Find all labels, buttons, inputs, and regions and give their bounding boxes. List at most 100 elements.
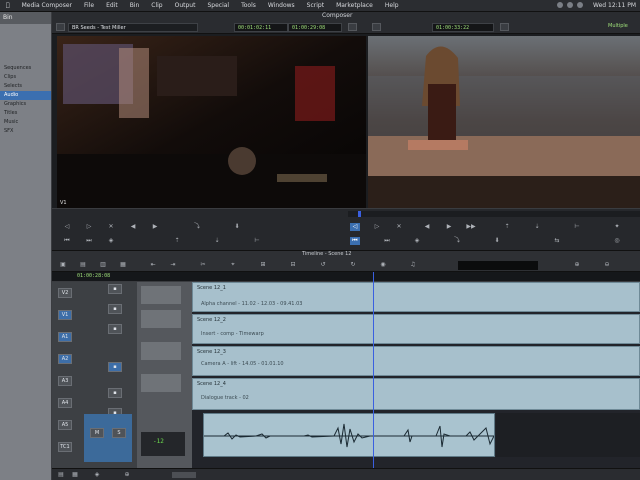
bin-item[interactable]: Selects (0, 82, 51, 91)
playhead[interactable] (373, 272, 374, 468)
mark-out-icon[interactable]: ▷ (84, 223, 94, 231)
step-back-icon[interactable]: ◀ (128, 223, 138, 231)
track-selector[interactable]: A2 (58, 354, 72, 364)
track-selector[interactable]: TC1 (58, 442, 72, 452)
status-icon[interactable]: ⊕ (122, 471, 132, 479)
trim-icon[interactable]: ⊢ (252, 237, 262, 245)
record-splice-icon[interactable]: ⤵ (452, 237, 462, 245)
audio-track-selection[interactable]: M S (84, 414, 132, 462)
record-step-forward-icon[interactable]: ▶▶ (466, 223, 476, 231)
timecode-display-2[interactable]: 01:00:29:08 (288, 23, 342, 32)
timeline-tool-icon[interactable]: ⊖ (602, 261, 612, 269)
timeline-tool-icon[interactable]: ⊕ (572, 261, 582, 269)
menu-clip[interactable]: Clip (145, 2, 168, 9)
timeline-tool-icon[interactable]: ▥ (98, 261, 108, 269)
track-selector[interactable]: A4 (58, 398, 72, 408)
timecode-display-1[interactable]: 00:01:02:11 (234, 23, 288, 32)
record-lift-icon[interactable]: ⇡ (502, 223, 512, 231)
timeline-empty-area[interactable] (496, 413, 640, 457)
bin-item[interactable]: Titles (0, 109, 51, 118)
audio-waveform-clip[interactable] (203, 413, 495, 457)
record-trim-icon[interactable]: ⊢ (572, 223, 582, 231)
status-icon[interactable]: ▤ (56, 471, 66, 479)
segment-block[interactable] (141, 342, 181, 360)
track-selector[interactable]: A3 (58, 376, 72, 386)
volume-icon[interactable] (567, 2, 574, 8)
timeline-tool-icon[interactable]: ▣ (58, 261, 68, 269)
record-step-back-icon[interactable]: ◀ (422, 223, 432, 231)
record-monitor[interactable] (368, 36, 640, 208)
track-selector[interactable]: V2 (58, 288, 72, 298)
timecode-display-3[interactable]: 01:00:33:22 (432, 23, 494, 32)
timeline-tool-icon[interactable]: ✂ (198, 261, 208, 269)
apple-menu-icon[interactable]:  (0, 2, 16, 9)
extract-icon[interactable]: ⇣ (212, 237, 222, 245)
status-icon[interactable]: ▦ (70, 471, 80, 479)
record-position-bar[interactable] (348, 211, 640, 217)
sync-lock-icon[interactable] (372, 23, 381, 31)
track-lock-icon[interactable]: ▪ (108, 324, 122, 334)
timeline-tool-icon[interactable]: ♫ (408, 261, 418, 269)
track-monitor-icon[interactable]: ▪ (108, 362, 122, 372)
record-go-to-out-icon[interactable]: ⏭ (382, 237, 392, 245)
clear-marks-icon[interactable]: ✕ (106, 223, 116, 231)
zoom-slider[interactable] (172, 472, 196, 478)
bin-item[interactable]: Graphics (0, 100, 51, 109)
record-ripple-icon[interactable]: ⇆ (552, 237, 562, 245)
audio-solo-icon[interactable]: S (112, 428, 126, 438)
record-render-icon[interactable]: ◎ (612, 237, 622, 245)
video-clip[interactable]: Scene 12_1 Alpha channel - 11.02 - 12.03… (192, 282, 640, 312)
splice-in-icon[interactable]: ⤵ (192, 223, 202, 231)
menu-script[interactable]: Script (301, 2, 330, 9)
menu-tools[interactable]: Tools (235, 2, 262, 9)
bin-item[interactable]: Clips (0, 73, 51, 82)
menu-output[interactable]: Output (169, 2, 202, 9)
record-play-icon[interactable]: ▶ (444, 223, 454, 231)
record-extract-icon[interactable]: ⇣ (532, 223, 542, 231)
menu-app[interactable]: Media Composer (16, 2, 78, 9)
menu-clock[interactable]: Wed 12:11 PM (587, 2, 636, 9)
record-mark-in-icon[interactable]: ◁ (350, 223, 360, 231)
record-clear-icon[interactable]: ✕ (394, 223, 404, 231)
record-position-indicator[interactable] (358, 211, 361, 217)
match-frame-icon[interactable]: ◈ (106, 237, 116, 245)
track-lock-icon[interactable]: ▪ (108, 304, 122, 314)
menu-help[interactable]: Help (379, 2, 405, 9)
mark-in-icon[interactable]: ◁ (62, 223, 72, 231)
track-lock-icon[interactable]: ▪ (108, 284, 122, 294)
go-to-out-icon[interactable]: ⏭ (84, 237, 94, 245)
audio-clip[interactable]: Scene 12_4 Dialogue track - 02 (192, 378, 640, 410)
segment-block[interactable] (141, 310, 181, 328)
menu-windows[interactable]: Windows (262, 2, 301, 9)
timeline-scroll-bar[interactable] (458, 261, 538, 270)
track-selector[interactable]: V1 (58, 310, 72, 320)
source-monitor[interactable]: V1 (57, 36, 366, 208)
composer-right-label[interactable]: Multiple (608, 23, 628, 29)
bin-item[interactable]: Sequences (0, 64, 51, 73)
bin-item[interactable]: Music (0, 118, 51, 127)
play-icon[interactable]: ▶ (150, 223, 160, 231)
track-lock-icon[interactable]: ▪ (108, 388, 122, 398)
timeline-tool-icon[interactable]: ⇤ (148, 261, 158, 269)
track-selector[interactable]: A1 (58, 332, 72, 342)
timeline-tool-icon[interactable]: ⌖ (228, 261, 238, 269)
timeline-tool-icon[interactable]: ⊞ (258, 261, 268, 269)
record-mark-out-icon[interactable]: ▷ (372, 223, 382, 231)
record-overwrite-icon[interactable]: ⬇ (492, 237, 502, 245)
menu-bin[interactable]: Bin (124, 2, 146, 9)
track-selector[interactable]: A5 (58, 420, 72, 430)
timeline-tool-icon[interactable]: ↻ (348, 261, 358, 269)
timeline-tool-icon[interactable]: ⇥ (168, 261, 178, 269)
settings-icon[interactable] (500, 23, 509, 31)
lift-icon[interactable]: ⇡ (172, 237, 182, 245)
wifi-icon[interactable] (557, 2, 564, 8)
bin-item-selected[interactable]: Audio (0, 91, 51, 100)
timeline-ruler[interactable]: 01:00:28:08 (52, 272, 640, 282)
bin-item[interactable]: SFX (0, 127, 51, 136)
menu-edit[interactable]: Edit (100, 2, 124, 9)
record-menu-icon[interactable] (348, 23, 357, 31)
record-go-to-in-icon[interactable]: ⏮ (350, 237, 360, 245)
go-to-in-icon[interactable]: ⏮ (62, 237, 72, 245)
audio-mute-icon[interactable]: M (90, 428, 104, 438)
audio-clip[interactable]: Scene 12_3 Camera A - lift - 14.05 - 01.… (192, 346, 640, 376)
